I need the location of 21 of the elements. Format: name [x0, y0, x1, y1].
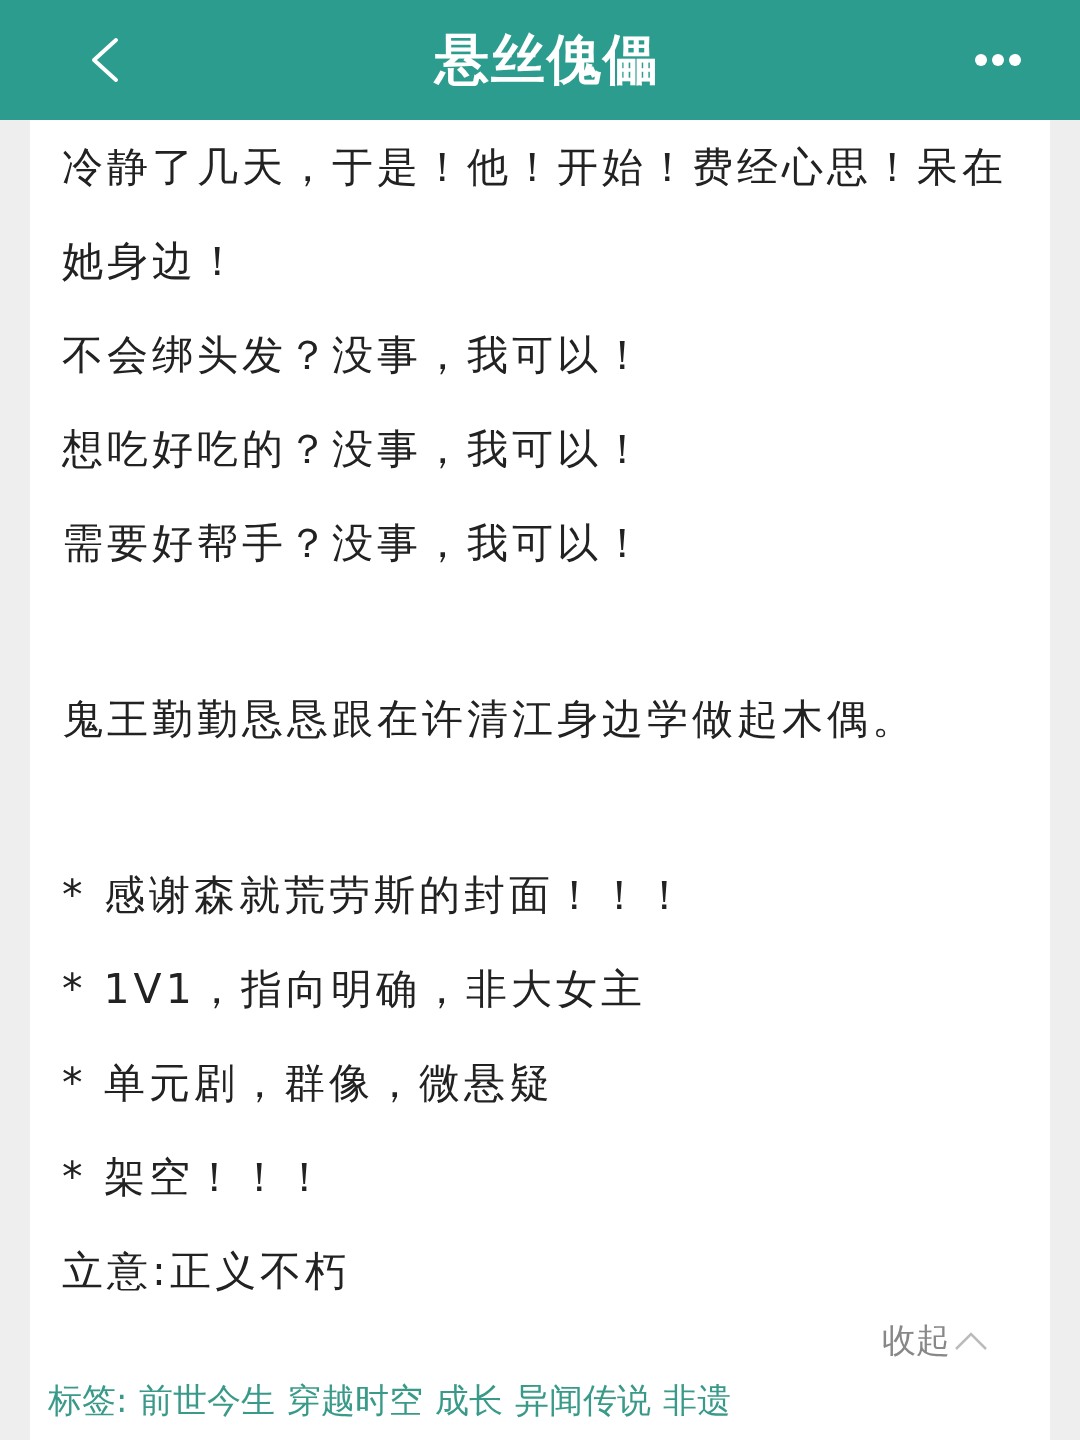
more-icon [974, 53, 1022, 67]
tag-link[interactable]: 前世今生 [139, 1378, 276, 1424]
tag-link[interactable]: 成长 [435, 1378, 504, 1424]
more-button[interactable] [974, 53, 1022, 67]
text-line: 想吃好吃的？没事，我可以！ [62, 424, 648, 475]
text-line: 冷静了几天，于是！他！开始！费经心思！呆在她身边！ [62, 142, 1008, 287]
text-line: * 感谢森就荒劳斯的封面！！！ [62, 870, 690, 921]
text-line: * 单元剧，群像，微悬疑 [62, 1058, 555, 1109]
page-title: 悬丝傀儡 [435, 26, 659, 93]
tag-link[interactable]: 非遗 [663, 1378, 732, 1424]
tags-label: 标签: [48, 1379, 128, 1422]
tag-link[interactable]: 异闻传说 [515, 1378, 652, 1424]
text-line: 需要好帮手？没事，我可以！ [62, 518, 648, 569]
collapse-button[interactable]: 收起 [882, 1318, 988, 1364]
text-line: 鬼王勤勤恳恳跟在许清江身边学做起木偶。 [62, 694, 918, 745]
text-line: 不会绑头发？没事，我可以！ [62, 330, 648, 381]
tag-link[interactable]: 穿越时空 [287, 1378, 424, 1424]
text-line: * 1V1，指向明确，非大女主 [62, 964, 647, 1015]
chevron-up-icon [954, 1331, 988, 1351]
text-line: * 架空！！！ [62, 1152, 330, 1203]
text-line: 立意:正义不朽 [62, 1246, 351, 1297]
